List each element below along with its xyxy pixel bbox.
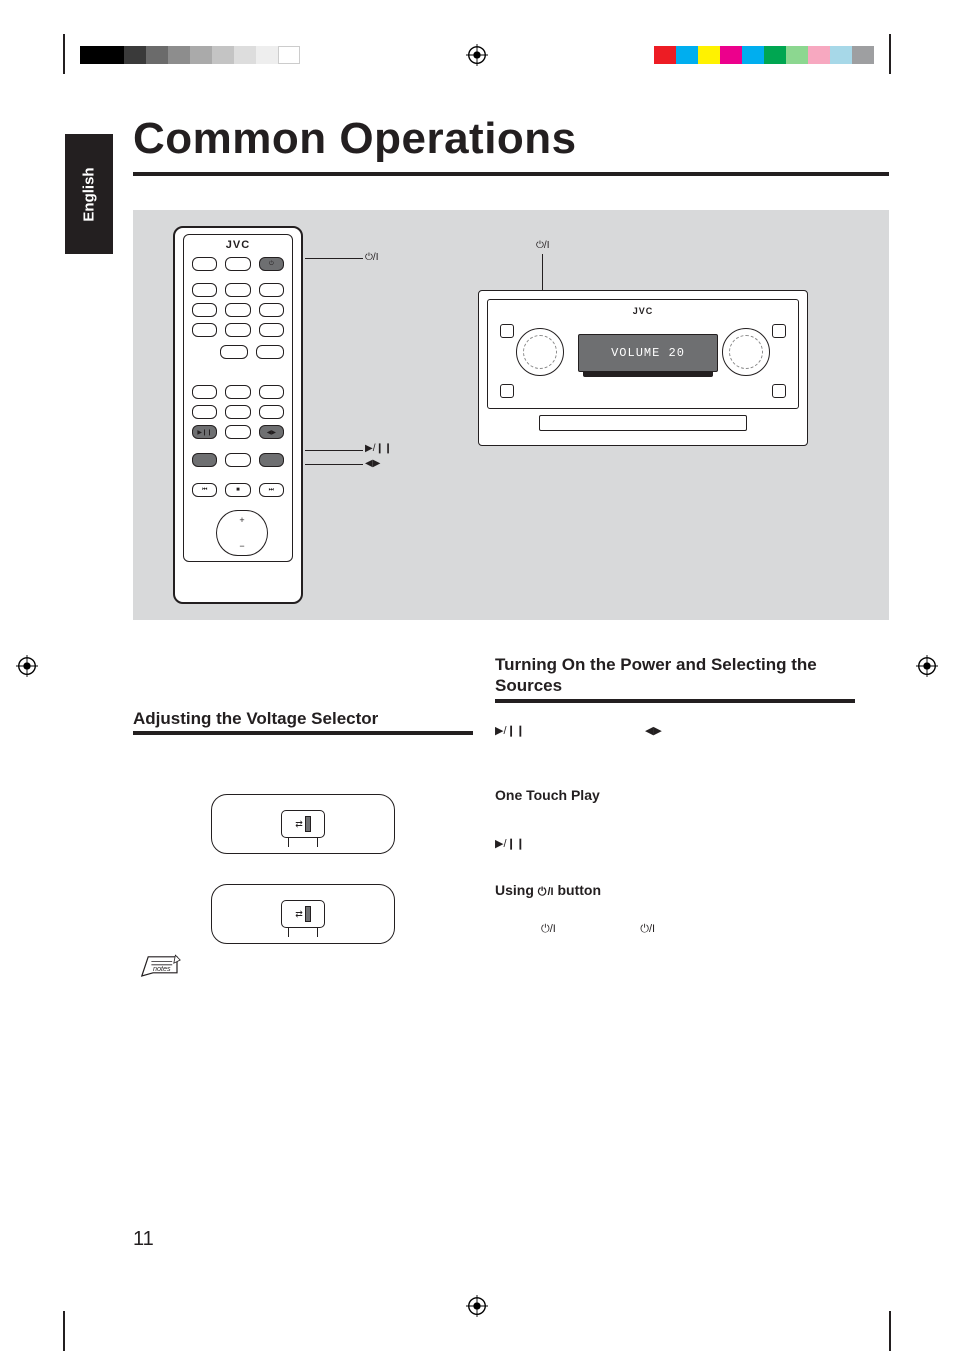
page-content: English Common Operations JVC ⏻ ▶❙❙◀▶ ⏮■… <box>65 90 889 1261</box>
heading-one-touch: One Touch Play <box>495 787 855 803</box>
right-column: Turning On the Power and Selecting the S… <box>495 654 855 937</box>
diagram-panel: JVC ⏻ ▶❙❙◀▶ ⏮■⏭ ⏻/I ▶/❙❙ ◀▶ ⏻/I <box>133 210 889 620</box>
left-column: Adjusting the Voltage Selector ⇄ ⇄ notes <box>133 708 473 1022</box>
subheading-voltage: Adjusting the Voltage Selector <box>133 708 473 734</box>
unit-knob <box>722 328 770 376</box>
play-pause-symbol: ▶/❙❙ <box>495 724 525 737</box>
registration-mark-icon <box>466 1295 488 1317</box>
svg-text:notes: notes <box>153 964 171 973</box>
leader-line <box>305 258 363 259</box>
language-label: English <box>81 167 98 221</box>
symbol-row: ▶/❙❙ ◀▶ <box>495 714 855 737</box>
heading-using-button: Using button <box>495 882 855 899</box>
remote-power-button: ⏻ <box>259 257 284 271</box>
unit-button <box>500 384 514 398</box>
grayscale-bar <box>80 46 300 64</box>
notes-box: notes <box>133 966 473 1022</box>
print-marks-bottom <box>0 1295 954 1315</box>
registration-mark-icon <box>16 655 38 677</box>
color-bar <box>654 46 874 64</box>
page-number: 11 <box>133 1228 154 1251</box>
remote-play-button: ▶❙❙ <box>192 425 217 439</box>
remote-tape-button: ◀▶ <box>259 425 284 439</box>
unit-brand: JVC <box>488 306 798 316</box>
using-text-pre: Using <box>495 882 538 898</box>
power-symbol: ⏻/I <box>640 923 655 936</box>
callout-power: ⏻/I <box>365 252 378 263</box>
callout-tape: ◀▶ <box>365 458 380 469</box>
play-pause-symbol: ▶/❙❙ <box>495 837 525 850</box>
notes-icon: notes <box>137 952 185 984</box>
crop-mark <box>63 34 65 74</box>
unit-button <box>772 384 786 398</box>
crop-mark <box>889 1311 891 1351</box>
leader-line <box>542 254 543 290</box>
remote-volume-control <box>216 510 268 556</box>
unit-power-button <box>500 324 514 338</box>
crop-mark <box>63 1311 65 1351</box>
remote-brand: JVC <box>184 239 292 251</box>
unit-display: VOLUME 20 <box>578 334 718 372</box>
using-text-post: button <box>554 882 601 898</box>
callout-play: ▶/❙❙ <box>365 443 392 454</box>
unit-eject-button <box>772 324 786 338</box>
voltage-switch-diagram: ⇄ <box>211 794 395 854</box>
registration-mark-icon <box>466 44 488 66</box>
leader-line <box>305 464 363 465</box>
language-tab: English <box>65 134 113 254</box>
voltage-selector-figure: ⇄ ⇄ <box>133 794 473 944</box>
voltage-switch-diagram: ⇄ <box>211 884 395 944</box>
unit-cassette-tray <box>539 415 747 431</box>
power-icon <box>538 882 554 898</box>
page-title: Common Operations <box>133 114 889 176</box>
subheading-power: Turning On the Power and Selecting the S… <box>495 654 855 702</box>
crop-mark <box>889 34 891 74</box>
leader-line <box>305 450 363 451</box>
unit-illustration: ⏻/I JVC VOLUME 20 <box>478 240 808 460</box>
unit-knob <box>516 328 564 376</box>
tape-direction-symbol: ◀▶ <box>645 724 662 737</box>
remote-illustration: JVC ⏻ ▶❙❙◀▶ ⏮■⏭ <box>173 226 303 604</box>
callout-unit-power: ⏻/I <box>536 240 549 251</box>
print-marks-top <box>0 34 954 74</box>
power-symbol: ⏻/I <box>541 923 556 936</box>
registration-mark-icon <box>916 655 938 677</box>
